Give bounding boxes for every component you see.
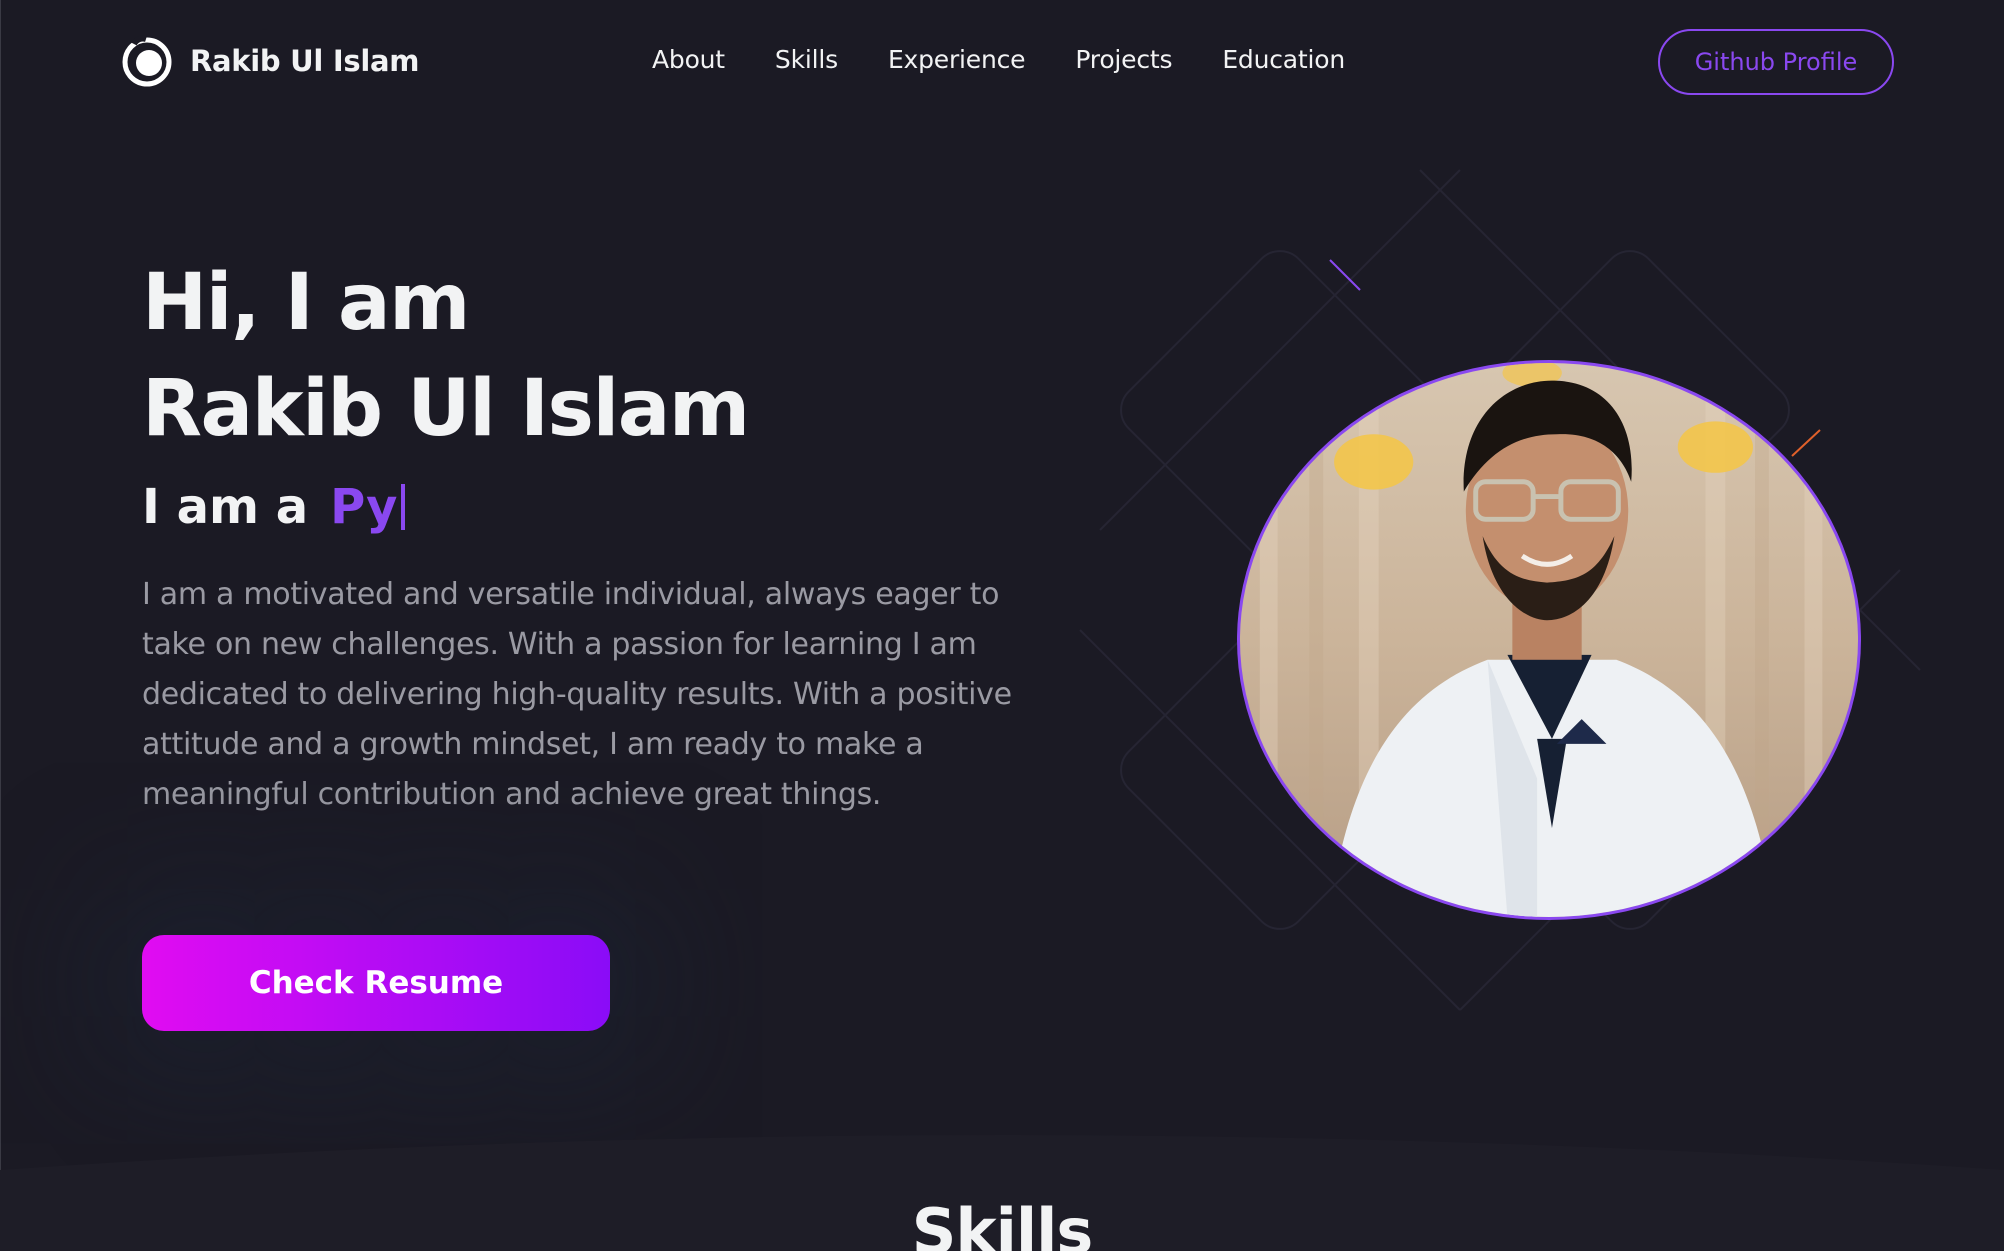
skills-section-title: Skills: [911, 1195, 1094, 1251]
hero-name: Rakib Ul Islam: [142, 364, 750, 454]
role-prefix: I am a: [142, 479, 309, 535]
github-profile-button[interactable]: Github Profile: [1658, 29, 1894, 95]
hero-section: Hi, I am Rakib Ul Islam I am a Py I am a…: [142, 250, 1022, 820]
nav-link-projects[interactable]: Projects: [1075, 45, 1172, 74]
nav-links: About Skills Experience Projects Educati…: [652, 45, 1345, 74]
hero-heading: Hi, I am Rakib Ul Islam: [142, 250, 1022, 462]
brand-link[interactable]: Rakib Ul Islam: [120, 34, 419, 88]
portfolio-page: Rakib Ul Islam About Skills Experience P…: [0, 0, 2004, 1251]
role-typed-text: Py: [330, 479, 398, 535]
profile-photo: [1237, 360, 1861, 920]
hero-description: I am a motivated and versatile individua…: [142, 577, 1012, 812]
nav-link-education[interactable]: Education: [1222, 45, 1345, 74]
logo-circle-icon: [122, 35, 172, 87]
hero-greeting: Hi, I am: [142, 258, 470, 348]
profile-photo-illustration: [1259, 363, 1823, 917]
check-resume-button[interactable]: Check Resume: [142, 935, 610, 1031]
brand-name: Rakib Ul Islam: [190, 44, 420, 78]
hero-role-line: I am a Py: [142, 472, 1022, 542]
typing-cursor: [401, 484, 406, 530]
nav-link-experience[interactable]: Experience: [888, 45, 1026, 74]
nav-link-skills[interactable]: Skills: [775, 45, 838, 74]
nav-link-about[interactable]: About: [652, 45, 725, 74]
window-edge: [0, 0, 1, 1251]
navbar: Rakib Ul Islam About Skills Experience P…: [0, 0, 2004, 128]
